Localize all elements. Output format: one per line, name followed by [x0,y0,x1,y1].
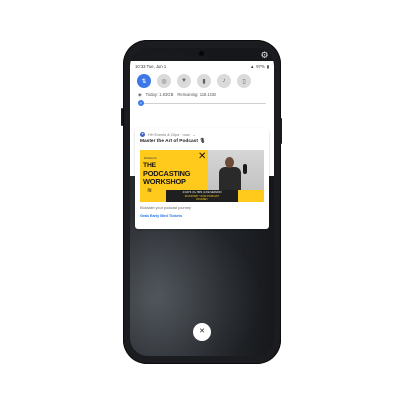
notification-action-link[interactable]: Grab Early Bird Tickets [140,214,182,218]
qs-tile-wifi-icon[interactable]: ▼ [177,74,191,88]
qs-tile-flashlight-icon[interactable]: ▮ [197,74,211,88]
expand-chevron-icon[interactable]: ⌄ [193,132,196,137]
banner-info-strip: 4 DAYS | 8+ HRS | LIVE SESSION KICKSTART… [166,190,238,202]
signal-icon: ▲ [250,63,255,69]
notification-card[interactable]: ✦ HH Events & Clips · now ⌄ Master the A… [135,128,269,229]
speaker-body [219,167,241,190]
speaker-head [225,157,234,168]
banner-heading-line3: WORKSHOP [143,177,186,186]
brightness-slider[interactable]: ☼ [138,100,266,106]
brightness-icon[interactable]: ☼ [138,100,144,106]
notification-title: Master the Art of Podcast 🎙 [140,139,206,144]
notification-body: Kickstart your podcast journey [140,206,191,210]
qs-tile-notifications-icon[interactable]: ♪ [217,74,231,88]
quick-settings-tiles: ⇅ ◎ ▼ ▮ ♪ ▯ [130,71,274,91]
phone-screen: ⚙ 10:33 Tue, Jun 1 ▲ 97% ▮ ⇅ ◎ ▼ ▮ ♪ ▯ ◉ Toda… [130,48,274,356]
data-usage-today: Today: 1.93GB [145,92,174,97]
volume-button [121,108,123,126]
app-icon: ✦ [140,132,145,137]
status-icons: ▲ 97% ▮ [250,64,269,69]
data-usage-icon: ◉ [138,92,142,97]
microphone-icon [243,164,247,174]
notification-app-row: ✦ HH Events & Clips · now ⌄ [135,128,269,137]
battery-icon: ▮ [266,63,269,69]
status-bar: 10:33 Tue, Jun 1 ▲ 97% ▮ [130,61,274,71]
power-button [280,118,282,144]
battery-percent: 97% [256,63,265,69]
status-time-date: 10:33 Tue, Jun 1 [135,63,167,69]
banner-strip-line3: JOURNEY [196,198,208,202]
banner-brand: Workbench [144,157,157,160]
brightness-track [142,102,266,104]
close-all-button[interactable]: ✕ [193,323,211,341]
banner-heading-line1: THE [143,162,156,169]
banner-speaker-photo [208,150,264,190]
front-camera [199,51,204,56]
qs-tile-rotate-icon[interactable]: ▯ [237,74,251,88]
qs-tile-hotspot-icon[interactable]: ◎ [157,74,171,88]
notification-banner-image: Workbench THE PODCASTING WORKSHOP ✕ ≋ 4 … [140,150,264,202]
banner-squiggle-icon: ≋ [147,188,153,194]
banner-x-mark-icon: ✕ [198,151,207,162]
qs-tile-mobile-data-icon[interactable]: ⇅ [137,74,151,88]
data-usage-row: ◉ Today: 1.93GB Remaining: 118.1GB [130,91,274,98]
notification-app-name: HH Events & Clips · now [148,132,190,137]
settings-gear-icon[interactable]: ⚙ [260,51,269,60]
data-usage-remaining: Remaining: 118.1GB [177,92,216,97]
